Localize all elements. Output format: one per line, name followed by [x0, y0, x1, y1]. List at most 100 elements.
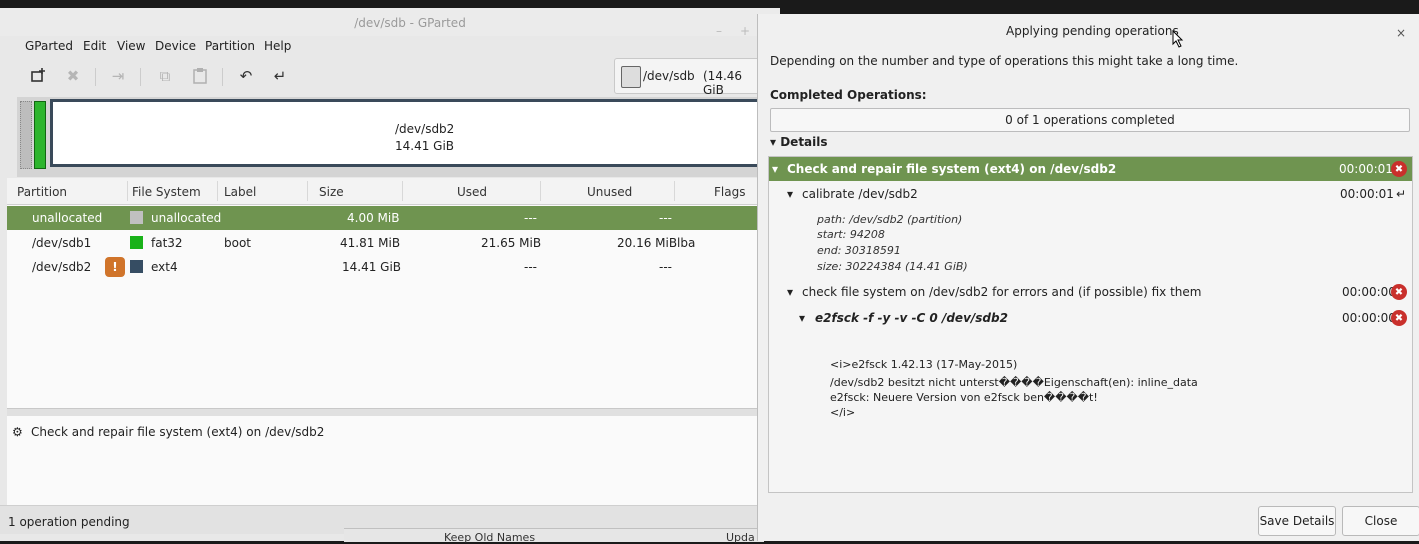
error-icon: ✖ [1391, 161, 1407, 177]
disk-segment-label: /dev/sdb2 [395, 122, 455, 136]
cell-used: --- [524, 260, 537, 274]
dialog-description: Depending on the number and type of oper… [770, 54, 1239, 68]
dialog-title-bar: Applying pending operations × [758, 14, 1419, 48]
success-return-icon: ↵ [1396, 187, 1407, 201]
col-filesystem[interactable]: File System [132, 185, 201, 199]
cell-used: 21.65 MiB [481, 236, 542, 250]
window-title: /dev/sdb - GParted [354, 16, 466, 30]
disk-segment-size: 14.41 GiB [395, 139, 455, 153]
check-title: check file system on /dev/sdb2 for error… [802, 285, 1202, 299]
expander-arrow-icon: ▾ [787, 187, 794, 201]
pending-operations-list: ⚙ Check and repair file system (ext4) on… [7, 416, 767, 508]
resize-move-icon[interactable]: ⇥ [108, 66, 128, 86]
col-flags[interactable]: Flags [714, 185, 745, 199]
device-name: /dev/sdb [643, 69, 695, 83]
cell-size: 14.41 GiB [342, 260, 402, 274]
disk-graphic: /dev/sdb2 14.41 GiB [17, 97, 767, 177]
error-icon: ✖ [1391, 284, 1407, 300]
expander-arrow-icon: ▾ [799, 311, 806, 325]
expander-arrow-icon: ▾ [787, 285, 794, 299]
save-details-button[interactable]: Save Details [1258, 506, 1336, 536]
cell-used: --- [524, 211, 537, 225]
details-label: Details [780, 135, 828, 149]
details-expander[interactable]: ▾ Details [770, 135, 828, 149]
output-line: <i>e2fsck 1.42.13 (17-May-2015) [830, 358, 1018, 371]
cell-filesystem: ext4 [151, 260, 178, 274]
fs-color-swatch [130, 211, 143, 224]
update-button: Upda [726, 531, 755, 544]
pending-operation-item[interactable]: Check and repair file system (ext4) on /… [31, 425, 324, 439]
calibrate-detail: end: 30318591 [817, 244, 901, 257]
cell-filesystem: unallocated [151, 211, 222, 225]
disk-segment-unallocated[interactable] [20, 101, 32, 169]
menu-help[interactable]: Help [264, 39, 291, 53]
col-unused[interactable]: Unused [587, 185, 632, 199]
output-line: e2fsck: Neuere Version von e2fsck ben���… [830, 391, 1098, 404]
col-label[interactable]: Label [224, 185, 256, 199]
paste-icon[interactable] [190, 66, 210, 86]
warning-icon[interactable]: ! [105, 257, 125, 277]
command-title: e2fsck -f -y -v -C 0 /dev/sdb2 [815, 311, 1008, 325]
undo-icon[interactable]: ↶ [236, 66, 256, 86]
copy-icon[interactable]: ⧉ [155, 66, 175, 86]
keep-old-names-button: Keep Old Names [444, 531, 536, 544]
table-row[interactable]: unallocated unallocated 4.00 MiB --- --- [7, 206, 767, 230]
disk-segment-sdb2[interactable]: /dev/sdb2 14.41 GiB [50, 99, 767, 167]
new-partition-icon[interactable] [28, 66, 48, 86]
device-selector[interactable]: /dev/sdb (14.46 GiB [614, 58, 766, 97]
table-row[interactable]: /dev/sdb2 ! ext4 14.41 GiB --- --- [7, 255, 767, 279]
gparted-window: /dev/sdb - GParted – + GParted Edit View… [0, 8, 780, 541]
close-button[interactable]: Close [1342, 506, 1419, 536]
cell-partition: /dev/sdb1 [32, 236, 92, 250]
menu-edit[interactable]: Edit [83, 39, 106, 53]
command-time: 00:00:00 [1342, 311, 1396, 325]
calibrate-title: calibrate /dev/sdb2 [802, 187, 918, 201]
expander-arrow-icon: ▾ [770, 135, 777, 149]
expander-arrow-icon: ▾ [772, 162, 779, 176]
cell-filesystem: fat32 [151, 236, 183, 250]
operation-title: Check and repair file system (ext4) on /… [787, 162, 1117, 176]
calibrate-detail: start: 94208 [817, 228, 885, 241]
command-row[interactable]: ▾ e2fsck -f -y -v -C 0 /dev/sdb2 00:00:0… [769, 306, 1412, 330]
apply-icon[interactable]: ↵ [270, 66, 290, 86]
title-bar: /dev/sdb - GParted – + [0, 8, 780, 38]
completed-operations-label: Completed Operations: [770, 88, 927, 102]
device-size: (14.46 GiB [703, 69, 743, 97]
menu-bar: GParted Edit View Device Partition Help [0, 36, 780, 58]
calibrate-time: 00:00:01 [1340, 187, 1394, 201]
col-size[interactable]: Size [319, 185, 344, 199]
calibrate-row[interactable]: ▾ calibrate /dev/sdb2 00:00:01 ↵ [769, 182, 1412, 206]
delete-icon[interactable]: ✖ [63, 66, 83, 86]
harddisk-icon [621, 66, 641, 88]
details-panel: ▾ Check and repair file system (ext4) on… [768, 156, 1413, 493]
table-row[interactable]: /dev/sdb1 fat32 boot 41.81 MiB 21.65 MiB… [7, 231, 767, 255]
cell-label: boot [224, 236, 252, 250]
table-header: Partition File System Label Size Used Un… [7, 178, 767, 205]
apply-operations-dialog: Applying pending operations × Depending … [757, 14, 1419, 541]
calibrate-detail: size: 30224384 (14.41 GiB) [817, 260, 968, 273]
mouse-cursor-icon [1172, 30, 1184, 48]
menu-partition[interactable]: Partition [205, 39, 255, 53]
fs-color-swatch [130, 236, 143, 249]
output-line: /dev/sdb2 besitzt nicht unterst����Eigen… [830, 376, 1198, 389]
menu-device[interactable]: Device [155, 39, 196, 53]
output-line: </i> [830, 406, 856, 419]
col-used[interactable]: Used [457, 185, 487, 199]
error-icon: ✖ [1391, 310, 1407, 326]
partition-table: Partition File System Label Size Used Un… [7, 178, 767, 408]
cell-partition: /dev/sdb2 [32, 260, 92, 274]
disk-segment-sdb1[interactable] [34, 101, 46, 169]
cell-unused: --- [659, 260, 672, 274]
cell-size: 4.00 MiB [347, 211, 400, 225]
operation-row[interactable]: ▾ Check and repair file system (ext4) on… [769, 157, 1412, 181]
close-icon[interactable]: × [1396, 26, 1406, 40]
check-row[interactable]: ▾ check file system on /dev/sdb2 for err… [769, 280, 1412, 304]
cell-unused: 20.16 MiB [617, 236, 678, 250]
progress-text: 0 of 1 operations completed [1005, 113, 1175, 127]
cell-size: 41.81 MiB [340, 236, 401, 250]
menu-gparted[interactable]: GParted [25, 39, 73, 53]
menu-view[interactable]: View [117, 39, 145, 53]
operation-time: 00:00:01 [1339, 162, 1393, 176]
col-partition[interactable]: Partition [17, 185, 67, 199]
background-window-strip: Keep Old Names Upda [344, 528, 764, 544]
